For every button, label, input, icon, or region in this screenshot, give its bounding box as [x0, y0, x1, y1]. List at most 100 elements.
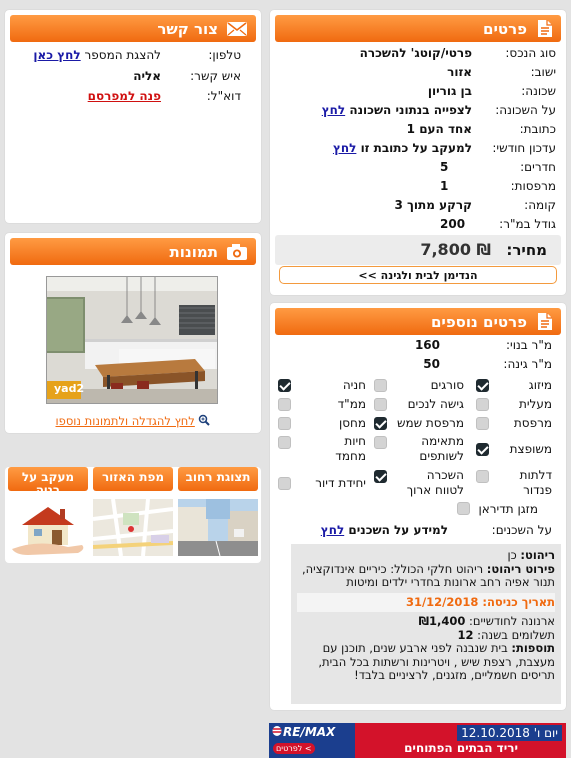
banner-title: יריד הבתים הפתוחים	[404, 741, 518, 755]
tab-area-map[interactable]: מפת האזור	[93, 467, 173, 491]
feature-balcony[interactable]: מרפסת	[476, 415, 552, 431]
tab-construction-tracking[interactable]: מעקב על בניה	[8, 467, 88, 491]
feature-pets-checkbox[interactable]	[278, 436, 291, 449]
photo-watermark: yad2	[54, 382, 85, 395]
feature-sun-balcony[interactable]: מרפסת שמש	[374, 415, 464, 431]
contact-person-row: איש קשר: אליה	[133, 68, 241, 83]
feature-accessible-checkbox[interactable]	[374, 397, 387, 411]
price-label: מחיר:	[506, 241, 547, 259]
feature-roommates[interactable]: מתאימה לשותפים	[374, 434, 464, 464]
neighbors-row: על השכנים: למידע על השכנים לחץ	[320, 522, 552, 537]
photos-title: תמונות	[169, 242, 218, 261]
tab-street-view[interactable]: תצוגת רחוב	[178, 467, 258, 491]
furniture-line: פירוט ריהוט: ריהוט חלקי הכולל: כיריים אי…	[301, 561, 555, 589]
feature-balcony-checkbox[interactable]	[476, 416, 489, 430]
feature-pandor-doors[interactable]: דלתות פנדור	[476, 468, 552, 498]
garden-area-row: מ"ר גינה: 50	[423, 356, 552, 371]
photos-panel: תמונות yad2 לחץ להגדלה ולתמונות נוספו	[5, 233, 261, 433]
feature-housing-unit[interactable]: יחידת דיור	[278, 475, 366, 491]
extra-details-header: פרטים נוספים	[275, 308, 561, 335]
feature-accessible[interactable]: גישה לנכים	[374, 396, 464, 412]
remax-logo: RE/MAX לפרטים <	[269, 723, 355, 758]
notes-box: ריהוט: כן פירוט ריהוט: ריהוט חלקי הכולל:…	[291, 544, 561, 704]
enlarge-photos-link[interactable]: לחץ להגדלה ולתמונות נוספו	[56, 414, 195, 428]
feature-ac-checkbox[interactable]	[476, 378, 489, 392]
feature-long-term[interactable]: השכרה לטווח ארוך	[374, 468, 464, 498]
detail-row-neighborhood: שכונה: בן גוריון	[427, 83, 556, 98]
contact-header: צור קשר	[10, 15, 256, 42]
feature-tadiran-ac-checkbox[interactable]	[457, 502, 470, 515]
detail-row-address: כתובת: אחד העם 1	[406, 121, 556, 136]
feature-renovated-checkbox[interactable]	[476, 442, 489, 456]
contact-title: צור קשר	[157, 19, 218, 38]
additions-line: תוספות: בית שנבנה לפני ארבע שנים, תוכנן …	[318, 641, 555, 682]
detail-row-city: ישוב: אזור	[447, 64, 556, 79]
feature-safe-room[interactable]: ממ"ד	[278, 396, 366, 412]
feature-parking-checkbox[interactable]	[278, 378, 291, 392]
furnished-line: ריהוט: כן	[507, 548, 555, 562]
detail-row-floor: קומה: קרקע מתוך 3	[394, 197, 556, 212]
feature-elevator[interactable]: מעלית	[476, 396, 552, 412]
feature-ac[interactable]: מיזוג	[476, 377, 552, 393]
payments-line: תשלומים בשנה: 12	[457, 627, 555, 642]
feature-long-term-checkbox[interactable]	[374, 470, 387, 483]
price-value: ₪ 7,800	[420, 240, 491, 259]
map-image	[93, 499, 173, 556]
document-icon	[535, 19, 553, 39]
feature-housing-unit-checkbox[interactable]	[278, 476, 291, 490]
contact-phone-row: טלפון: להצגת המספר לחץ כאן	[33, 47, 241, 62]
details-panel: פרטים סוג הנכס: פרטי/קוטג' להשכרה ישוב: …	[270, 10, 566, 295]
feature-bars-checkbox[interactable]	[374, 378, 387, 392]
contact-advertiser-link[interactable]: פנה למפרסם	[88, 89, 161, 103]
detail-row-about-neighborhood: על השכונה: לצפייה בנתוני השכונה לחץ	[321, 102, 556, 117]
feature-parking[interactable]: חניה	[278, 377, 366, 393]
document-icon	[535, 312, 553, 332]
feature-storage[interactable]: מחסן	[278, 415, 366, 431]
balloon-icon	[272, 726, 282, 738]
details-list: סוג הנכס: פרטי/קוטג' להשכרה ישוב: אזור ש…	[278, 43, 556, 233]
camera-icon	[226, 243, 248, 261]
property-photo[interactable]: yad2	[46, 276, 218, 404]
feature-pandor-doors-checkbox[interactable]	[476, 470, 489, 483]
detail-row-monthly-update: עדכון חודשי: למעקב על כתובת זו לחץ	[332, 140, 556, 155]
price-box: מחיר: ₪ 7,800	[275, 235, 561, 265]
envelope-icon	[226, 21, 248, 37]
street-view-thumbnail[interactable]	[178, 499, 258, 556]
construction-thumbnail[interactable]	[8, 499, 88, 556]
feature-tadiran-ac[interactable]: מזגן תדיראן	[476, 501, 552, 517]
neighborhood-data-link[interactable]: לחץ	[322, 103, 345, 117]
feature-renovated[interactable]: משופצת	[476, 441, 552, 457]
house-in-hand-icon	[8, 499, 88, 556]
feature-pets[interactable]: חיות מחמד	[278, 434, 366, 464]
street-image	[178, 499, 258, 556]
entry-date: תאריך כניסה: 31/12/2018	[297, 592, 555, 612]
feature-safe-room-checkbox[interactable]	[278, 397, 291, 411]
built-area-row: מ"ר בנוי: 160	[414, 337, 552, 352]
feature-bars[interactable]: סורגים	[374, 377, 464, 393]
banner-day: יום ו' 12.10.2018	[457, 725, 562, 741]
view-tabs-panel: מעקב על בניה מפת האזור תצוגת רחוב	[5, 467, 261, 563]
show-phone-link[interactable]: לחץ כאן	[33, 48, 80, 62]
enlarge-row: לחץ להגדלה ולתמונות נוספו	[5, 414, 261, 429]
photos-header: תמונות	[10, 238, 256, 265]
detail-row-rooms: חדרים: 5	[440, 159, 556, 174]
track-address-link[interactable]: לחץ	[333, 141, 356, 155]
tax-line: ארנונה לחודשיים: ₪1,400	[418, 614, 555, 628]
neighbors-info-link[interactable]: לחץ	[321, 523, 344, 537]
feature-roommates-checkbox[interactable]	[374, 436, 387, 449]
contact-panel: צור קשר טלפון: להצגת המספר לחץ כאן איש ק…	[5, 10, 261, 223]
details-cta[interactable]: לפרטים <	[273, 743, 315, 754]
details-title: פרטים	[483, 19, 527, 38]
feature-storage-checkbox[interactable]	[278, 416, 291, 430]
detail-row-balconies: מרפסות: 1	[440, 178, 556, 193]
area-map-thumbnail[interactable]	[93, 499, 173, 556]
detail-row-size: גודל במ"ר: 200	[440, 216, 556, 231]
feature-sun-balcony-checkbox[interactable]	[374, 416, 387, 430]
remax-banner-ad[interactable]: RE/MAX לפרטים < יום ו' 12.10.2018 יריד ה…	[269, 723, 566, 758]
extra-details-title: פרטים נוספים	[430, 312, 527, 331]
detail-row-type: סוג הנכס: פרטי/קוטג' להשכרה	[359, 45, 556, 60]
feature-elevator-checkbox[interactable]	[476, 397, 489, 411]
handyman-button[interactable]: הנדימן לבית ולגינה >>	[279, 266, 557, 284]
details-header: פרטים	[275, 15, 561, 42]
contact-email-row: דוא"ל: פנה למפרסם	[87, 88, 241, 103]
